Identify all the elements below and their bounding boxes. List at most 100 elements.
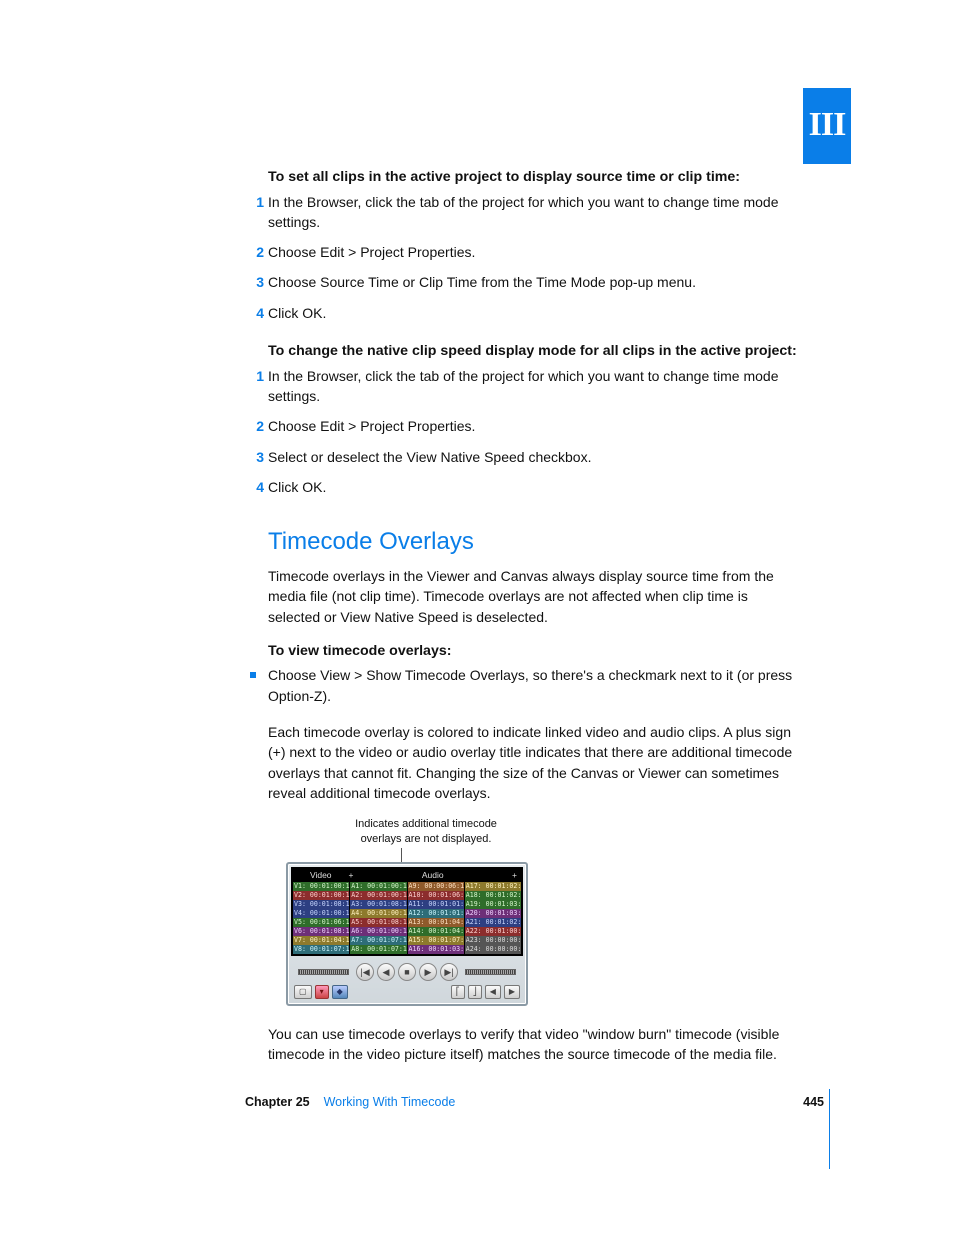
timecode-cell: A8: 00:01:07:11 xyxy=(350,945,407,954)
go-in-button[interactable]: ◀ xyxy=(485,985,501,999)
timecode-cell: A18: 00:01:02:11 xyxy=(465,891,521,900)
timecode-row: V5: 00:01:06:11A5: 00:01:08:11A13: 00:01… xyxy=(293,918,521,927)
timecode-cell: A11: 00:01:01:11 xyxy=(408,900,465,909)
callout-leader-line xyxy=(401,848,402,862)
step-number: 3 xyxy=(246,272,264,292)
side-rule xyxy=(829,1089,830,1169)
mark-in-button[interactable]: ⎡ xyxy=(451,985,465,999)
add-keyframe-button[interactable]: ◆ xyxy=(332,985,348,999)
timecode-cell: A3: 00:01:08:11 xyxy=(350,900,407,909)
timecode-cell: A24: 00:00:00:11 xyxy=(465,945,521,954)
timecode-cell: A7: 00:01:07:11 xyxy=(350,936,407,945)
step-number: 2 xyxy=(246,416,264,436)
step-number: 4 xyxy=(246,303,264,323)
body-paragraph: Each timecode overlay is colored to indi… xyxy=(268,722,799,803)
go-out-button[interactable]: ▶ xyxy=(504,985,520,999)
timecode-cell: A13: 00:01:04:11 xyxy=(408,918,465,927)
play-button[interactable]: ▶ xyxy=(419,963,437,981)
transport-controls: |◀ ◀ ■ ▶ ▶| xyxy=(294,962,520,982)
timecode-cell: A12: 00:01:01:11 xyxy=(408,909,465,918)
lower-controls: ▢ ▾ ◆ ⎡ ⎦ ◀ ▶ xyxy=(294,984,520,1000)
play-reverse-button[interactable]: ◀ xyxy=(377,963,395,981)
figure-callout: Indicates additional timecode overlays a… xyxy=(346,817,506,846)
mark-clip-button[interactable]: ▾ xyxy=(315,985,329,999)
step-number: 4 xyxy=(246,477,264,497)
timecode-rows: V1: 00:01:00:11A1: 00:01:00:11A9: 00:00:… xyxy=(293,882,521,954)
timecode-cell: V2: 00:01:00:17 xyxy=(293,891,350,900)
timecode-cell: A17: 00:01:02:11 xyxy=(465,882,521,891)
procedure1-steps: 1In the Browser, click the tab of the pr… xyxy=(268,192,799,323)
timecode-cell: A15: 00:01:07:11 xyxy=(408,936,465,945)
procedure2-steps: 1In the Browser, click the tab of the pr… xyxy=(268,366,799,497)
step-number: 2 xyxy=(246,242,264,262)
overlay-header: Video + Audio + xyxy=(293,869,521,882)
timecode-cell: V7: 00:01:04:11 xyxy=(293,936,350,945)
timecode-row: V8: 00:01:07:11A8: 00:01:07:11A16: 00:01… xyxy=(293,945,521,954)
match-frame-button[interactable]: ▢ xyxy=(294,985,312,999)
timecode-cell: A23: 00:00:00:11 xyxy=(465,936,521,945)
shuttle-slider[interactable] xyxy=(298,969,349,975)
figure: Indicates additional timecode overlays a… xyxy=(286,817,566,1006)
step-text: Click OK. xyxy=(268,479,326,495)
timecode-cell: A6: 00:01:00:11 xyxy=(350,927,407,936)
video-column-label: Video xyxy=(295,869,347,881)
section-heading: Timecode Overlays xyxy=(268,525,799,560)
timecode-cell: A16: 00:01:03:11 xyxy=(408,945,465,954)
timecode-row: V6: 00:01:08:11A6: 00:01:00:11A14: 00:01… xyxy=(293,927,521,936)
bullet-text: Choose View > Show Timecode Overlays, so… xyxy=(268,667,792,703)
next-edit-button[interactable]: ▶| xyxy=(440,963,458,981)
timecode-cell: V4: 00:01:00:11 xyxy=(293,909,350,918)
stop-button[interactable]: ■ xyxy=(398,963,416,981)
view-proc-bullets: Choose View > Show Timecode Overlays, so… xyxy=(268,665,799,706)
timecode-cell: A10: 00:01:06:11 xyxy=(408,891,465,900)
procedure2-title: To change the native clip speed display … xyxy=(268,341,799,362)
step-number: 1 xyxy=(246,366,264,386)
plus-icon: + xyxy=(510,869,519,881)
timecode-cell: A2: 00:01:00:17 xyxy=(350,891,407,900)
plus-icon: + xyxy=(347,869,356,881)
step-text: In the Browser, click the tab of the pro… xyxy=(268,368,779,404)
step-text: Click OK. xyxy=(268,305,326,321)
audio-column-label: Audio xyxy=(355,869,510,881)
step-text: Choose Edit > Project Properties. xyxy=(268,418,475,434)
chapter-title: Working With Timecode xyxy=(324,1093,456,1111)
part-tab: III xyxy=(803,88,851,164)
bullet-icon xyxy=(250,672,256,678)
timecode-row: V3: 00:01:08:11A3: 00:01:08:11A11: 00:01… xyxy=(293,900,521,909)
page-number: 445 xyxy=(803,1093,824,1111)
timecode-overlay-panel: Video + Audio + V1: 00:01:00:11A1: 00:01… xyxy=(286,862,528,1006)
timecode-cell: A5: 00:01:08:11 xyxy=(350,918,407,927)
procedure1-title: To set all clips in the active project t… xyxy=(268,167,799,188)
step-number: 1 xyxy=(246,192,264,212)
page-footer: Chapter 25 Working With Timecode 445 xyxy=(245,1093,824,1111)
prev-edit-button[interactable]: |◀ xyxy=(356,963,374,981)
timecode-cell: V5: 00:01:06:11 xyxy=(293,918,350,927)
timecode-cell: V3: 00:01:08:11 xyxy=(293,900,350,909)
timecode-cell: A22: 00:01:00:11 xyxy=(465,927,521,936)
timecode-cell: A4: 00:01:00:11 xyxy=(350,909,407,918)
timecode-row: V4: 00:01:00:11A4: 00:01:00:11A12: 00:01… xyxy=(293,909,521,918)
timecode-row: V7: 00:01:04:11A7: 00:01:07:11A15: 00:01… xyxy=(293,936,521,945)
step-number: 3 xyxy=(246,447,264,467)
timecode-cell: A19: 00:01:03:11 xyxy=(465,900,521,909)
step-text: Select or deselect the View Native Speed… xyxy=(268,449,591,465)
timecode-cell: A21: 00:01:02:11 xyxy=(465,918,521,927)
timecode-cell: A14: 00:01:04:11 xyxy=(408,927,465,936)
closing-paragraph: You can use timecode overlays to verify … xyxy=(268,1024,799,1065)
timecode-row: V2: 00:01:00:17A2: 00:01:00:17A10: 00:01… xyxy=(293,891,521,900)
mark-out-button[interactable]: ⎦ xyxy=(468,985,482,999)
jog-wheel[interactable] xyxy=(465,969,516,975)
timecode-cell: V6: 00:01:08:11 xyxy=(293,927,350,936)
step-text: Choose Edit > Project Properties. xyxy=(268,244,475,260)
view-proc-title: To view timecode overlays: xyxy=(268,641,799,662)
chapter-number: Chapter 25 xyxy=(245,1093,310,1111)
step-text: Choose Source Time or Clip Time from the… xyxy=(268,274,696,290)
timecode-cell: V1: 00:01:00:11 xyxy=(293,882,350,891)
section-body: Timecode overlays in the Viewer and Canv… xyxy=(268,566,799,627)
timecode-cell: A9: 00:00:06:11 xyxy=(408,882,465,891)
step-text: In the Browser, click the tab of the pro… xyxy=(268,194,779,230)
timecode-row: V1: 00:01:00:11A1: 00:01:00:11A9: 00:00:… xyxy=(293,882,521,891)
timecode-cell: A1: 00:01:00:11 xyxy=(350,882,407,891)
timecode-cell: A20: 00:01:03:11 xyxy=(465,909,521,918)
timecode-cell: V8: 00:01:07:11 xyxy=(293,945,350,954)
